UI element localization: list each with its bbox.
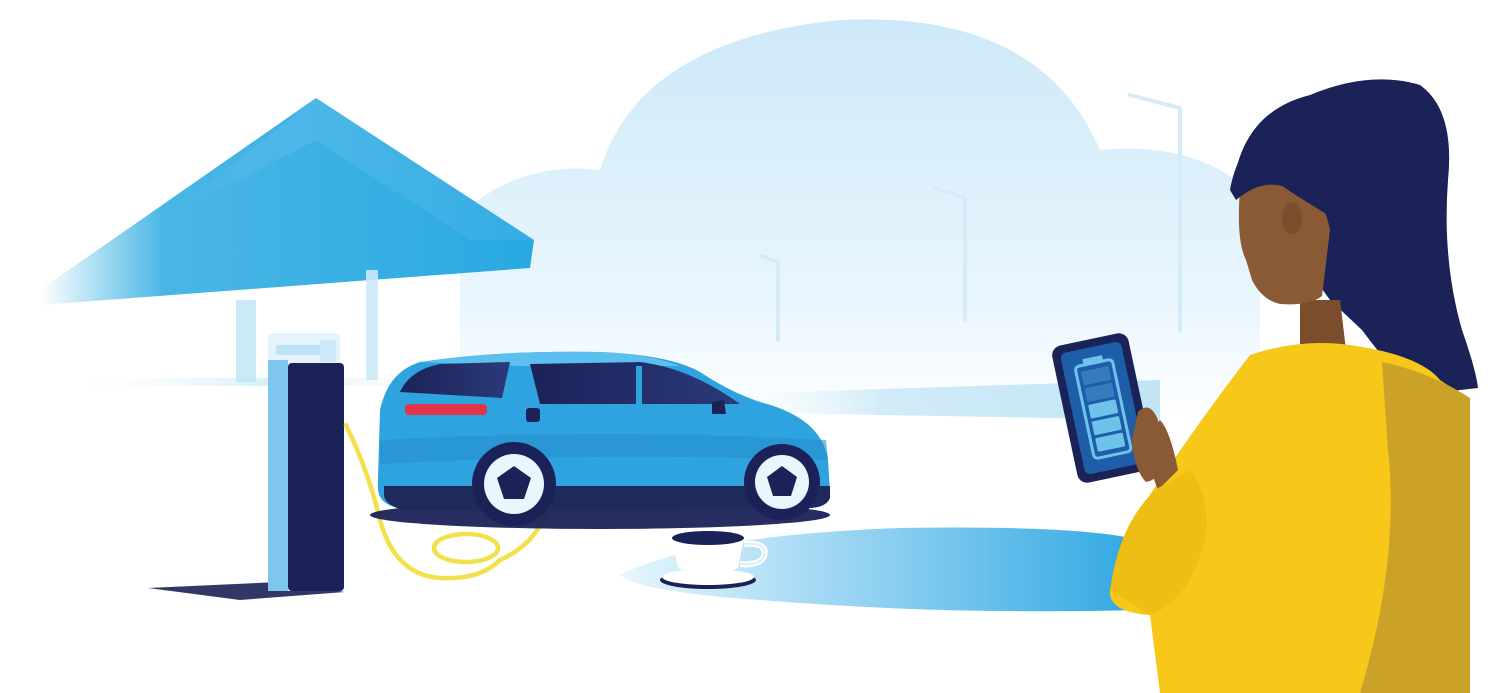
car-wheel-rear — [472, 442, 556, 526]
illustration-canvas — [40, 19, 1478, 693]
car-wheel-front — [744, 444, 820, 520]
